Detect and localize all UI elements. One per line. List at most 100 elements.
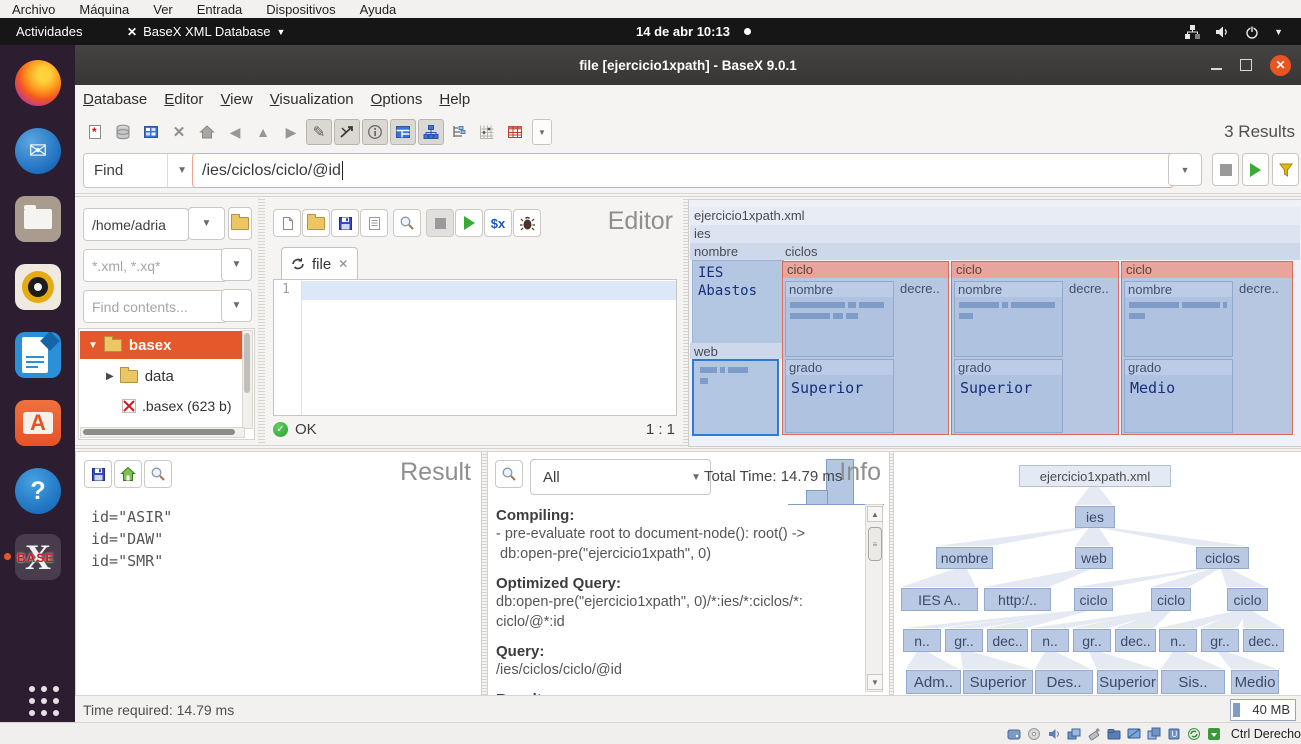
tree-node-nombre[interactable]: nombre	[936, 547, 993, 569]
dock-thunderbird[interactable]: ✉	[13, 126, 63, 176]
dock-firefox[interactable]	[13, 58, 63, 108]
table-view-button[interactable]	[502, 119, 528, 145]
scroll-up-icon[interactable]: ▲	[867, 506, 883, 522]
map-nombre-label[interactable]: nombre	[690, 243, 784, 260]
file-tree-hscrollbar[interactable]	[80, 427, 245, 438]
memory-widget[interactable]: 40 MB	[1230, 699, 1296, 721]
tree-node-medio[interactable]: Medio	[1231, 670, 1279, 694]
editor-save-button[interactable]	[331, 209, 359, 237]
app-menu[interactable]: ✕ BaseX XML Database ▼	[127, 18, 285, 45]
tree-node-n3[interactable]: n..	[1159, 629, 1197, 652]
clock[interactable]: 14 de abr 10:13	[636, 18, 751, 45]
tree-node-dec3[interactable]: dec..	[1243, 629, 1284, 652]
menu-options[interactable]: Options	[371, 91, 423, 108]
vbox-menu-ver[interactable]: Ver	[153, 2, 173, 17]
tree-node-gr2[interactable]: gr..	[1073, 629, 1111, 652]
path-input[interactable]: /home/adria	[83, 208, 189, 241]
tree-node-des[interactable]: Des..	[1035, 670, 1093, 694]
map-web-value[interactable]	[692, 359, 779, 436]
database-info-button[interactable]	[138, 119, 164, 145]
tree-node-gr3[interactable]: gr..	[1201, 629, 1239, 652]
network-adapter-icon[interactable]	[1067, 727, 1082, 742]
tree-node-ciclo-3[interactable]: ciclo	[1227, 588, 1268, 611]
file-filter-input[interactable]: *.xml, *.xq*	[83, 249, 227, 282]
tree-view-button[interactable]	[418, 119, 444, 145]
up-button[interactable]: ▲	[250, 119, 276, 145]
close-tab-icon[interactable]: ✕	[338, 257, 348, 271]
tree-node-dec2[interactable]: dec..	[1115, 629, 1156, 652]
file-tree-vscrollbar[interactable]	[242, 330, 253, 429]
home-button[interactable]	[194, 119, 220, 145]
menu-editor[interactable]: Editor	[164, 91, 203, 108]
editor-open-button[interactable]	[302, 209, 330, 237]
tree-node-ciclos[interactable]: ciclos	[1196, 547, 1249, 569]
info-filter-select[interactable]: All ▼	[530, 459, 711, 495]
editor-stop-button[interactable]	[426, 209, 454, 237]
vbox-menu-maquina[interactable]: Máquina	[79, 2, 129, 17]
maximize-button[interactable]	[1240, 59, 1252, 71]
folder-view-button[interactable]	[446, 119, 472, 145]
tree-node-ciclo-1[interactable]: ciclo	[1074, 588, 1113, 611]
tree-node-ies-a[interactable]: IES A..	[901, 588, 978, 611]
forward-button[interactable]: ▶	[278, 119, 304, 145]
vbox-menu-ayuda[interactable]: Ayuda	[360, 2, 397, 17]
menu-view[interactable]: View	[220, 91, 252, 108]
tree-node-superior-1[interactable]: Superior	[963, 670, 1033, 694]
dock-rhythmbox[interactable]	[13, 262, 63, 312]
shared-folders-icon[interactable]	[1107, 727, 1122, 742]
menu-help[interactable]: Help	[439, 91, 470, 108]
editor-find-button[interactable]	[393, 209, 421, 237]
tree-node-http[interactable]: http:/..	[984, 588, 1051, 611]
plot-view-button[interactable]	[474, 119, 500, 145]
tree-node-document[interactable]: ejercicio1xpath.xml	[1019, 465, 1171, 487]
find-contents-history-button[interactable]: ▼	[221, 289, 252, 322]
tree-item-data[interactable]: ▶ data	[80, 362, 244, 390]
map-nombre-value[interactable]: IES Abastos	[692, 260, 784, 345]
open-database-button[interactable]	[110, 119, 136, 145]
query-history-button[interactable]: ▼	[1168, 153, 1202, 186]
query-input[interactable]: /ies/ciclos/ciclo/@id	[192, 153, 1174, 188]
hard-disk-icon[interactable]	[1007, 727, 1022, 742]
activities-button[interactable]: Actividades	[16, 18, 82, 45]
dock-help[interactable]: ?	[13, 466, 63, 516]
tree-node-gr1[interactable]: gr..	[945, 629, 983, 652]
status-menu-icon[interactable]	[1207, 727, 1222, 742]
vbox-menu-archivo[interactable]: Archivo	[12, 2, 55, 17]
result-save-button[interactable]	[84, 460, 112, 488]
optical-disc-icon[interactable]	[1027, 727, 1042, 742]
info-view-button[interactable]	[362, 119, 388, 145]
dock-show-applications[interactable]	[13, 670, 63, 720]
close-button[interactable]: ✕	[1270, 55, 1291, 76]
new-database-button[interactable]: *	[82, 119, 108, 145]
map-ciclo-3[interactable]: ciclo nombre decre.. grado Medio	[1121, 261, 1293, 435]
virtualization-chip-icon[interactable]: U	[1167, 727, 1182, 742]
result-output[interactable]: id="ASIR" id="DAW" id="SMR"	[91, 506, 172, 572]
find-mode-select[interactable]: Find ▼	[83, 153, 197, 188]
back-button[interactable]: ◀	[222, 119, 248, 145]
map-ciclos-label[interactable]: ciclos	[781, 243, 1300, 260]
tree-node-sis[interactable]: Sis..	[1161, 670, 1225, 694]
info-find-button[interactable]	[495, 460, 523, 488]
tree-node-ciclo-2[interactable]: ciclo	[1151, 588, 1191, 611]
audio-icon[interactable]	[1047, 727, 1062, 742]
dock-ubuntu-software[interactable]: A	[13, 398, 63, 448]
tree-node-n1[interactable]: n..	[903, 629, 941, 652]
menu-visualization[interactable]: Visualization	[270, 91, 354, 108]
result-find-button[interactable]	[144, 460, 172, 488]
minimize-button[interactable]	[1211, 68, 1222, 70]
dock-files[interactable]	[13, 194, 63, 244]
dock-basex[interactable]: X BASE	[13, 532, 63, 582]
tree-node-web[interactable]: web	[1075, 547, 1113, 569]
menu-database[interactable]: Database	[83, 91, 147, 108]
explore-mode-button[interactable]	[334, 119, 360, 145]
views-menu-button[interactable]: ▼	[532, 119, 552, 145]
display-icon[interactable]	[1127, 727, 1142, 742]
usb-icon[interactable]	[1087, 727, 1102, 742]
map-web-label[interactable]: web	[690, 343, 784, 359]
scroll-down-icon[interactable]: ▼	[867, 674, 883, 690]
tree-node-adm[interactable]: Adm..	[906, 670, 961, 694]
editor-external-variables-button[interactable]: $x	[484, 209, 512, 237]
tree-node-n2[interactable]: n..	[1031, 629, 1069, 652]
editor-debug-button[interactable]	[513, 209, 541, 237]
tree-item-basex[interactable]: ▼ basex	[80, 331, 245, 359]
